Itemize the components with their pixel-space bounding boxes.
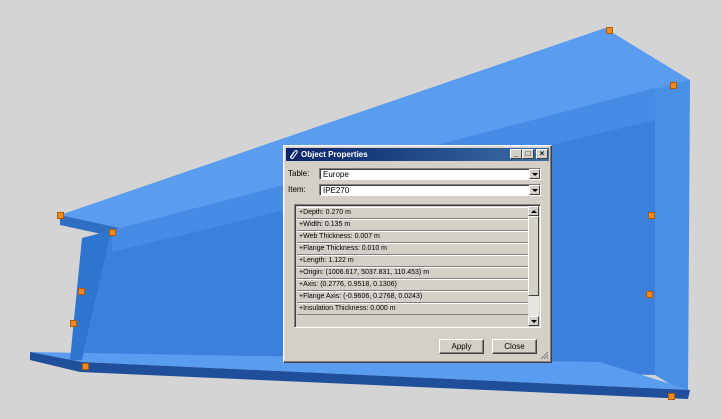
item-select-value: IPE270 [323, 186, 350, 195]
table-label: Table: [288, 169, 310, 178]
property-item[interactable]: +Insulation Thickness: 0.000 m [297, 303, 529, 315]
table-select-value: Europe [323, 170, 349, 179]
maximize-button[interactable]: □ [522, 149, 534, 159]
property-item[interactable]: +Flange Axis: (-0.9606, 0.2768, 0.0243) [297, 291, 529, 303]
chevron-down-icon[interactable] [529, 185, 540, 195]
close-window-button[interactable]: × [536, 149, 548, 159]
selection-handle[interactable] [70, 320, 77, 327]
selection-handle[interactable] [668, 393, 675, 400]
dialog-titlebar[interactable]: Object Properties _ □ × [286, 148, 549, 161]
beam-web-back[interactable] [650, 60, 690, 395]
item-select[interactable]: IPE270 [319, 184, 541, 196]
scroll-up-icon[interactable] [528, 206, 539, 216]
property-item[interactable]: +Flange Thickness: 0.010 m [297, 243, 529, 255]
paperclip-icon [290, 150, 298, 159]
property-item[interactable]: +Axis: (0.2776, 0.9518, 0.1306) [297, 279, 529, 291]
selection-handle[interactable] [78, 288, 85, 295]
property-item[interactable]: +Depth: 0.270 m [297, 207, 529, 219]
vertical-scrollbar[interactable] [528, 206, 539, 326]
minimize-button[interactable]: _ [510, 149, 522, 159]
property-item[interactable]: +Length: 1.122 m [297, 255, 529, 267]
scroll-down-icon[interactable] [528, 316, 539, 326]
apply-button[interactable]: Apply [439, 339, 484, 354]
selection-handle[interactable] [646, 291, 653, 298]
selection-handle[interactable] [82, 363, 89, 370]
selection-handle[interactable] [670, 82, 677, 89]
selection-handle[interactable] [606, 27, 613, 34]
property-item[interactable]: +Origin: (1006.617, 5037.831, 110.453) m [297, 267, 529, 279]
item-label: Item: [288, 185, 306, 194]
close-button[interactable]: Close [492, 339, 537, 354]
object-properties-dialog: Object Properties _ □ × Table: Europe It… [283, 145, 552, 363]
chevron-down-icon[interactable] [529, 169, 540, 179]
dialog-title: Object Properties [301, 150, 368, 159]
selection-handle[interactable] [109, 229, 116, 236]
properties-list[interactable]: +Depth: 0.270 m +Width: 0.135 m +Web Thi… [294, 204, 541, 328]
table-select[interactable]: Europe [319, 168, 541, 180]
selection-handle[interactable] [57, 212, 64, 219]
property-item[interactable]: +Width: 0.135 m [297, 219, 529, 231]
resize-grip-icon[interactable] [540, 351, 549, 360]
scroll-thumb[interactable] [528, 216, 539, 296]
selection-handle[interactable] [648, 212, 655, 219]
property-item[interactable]: +Web Thickness: 0.007 m [297, 231, 529, 243]
